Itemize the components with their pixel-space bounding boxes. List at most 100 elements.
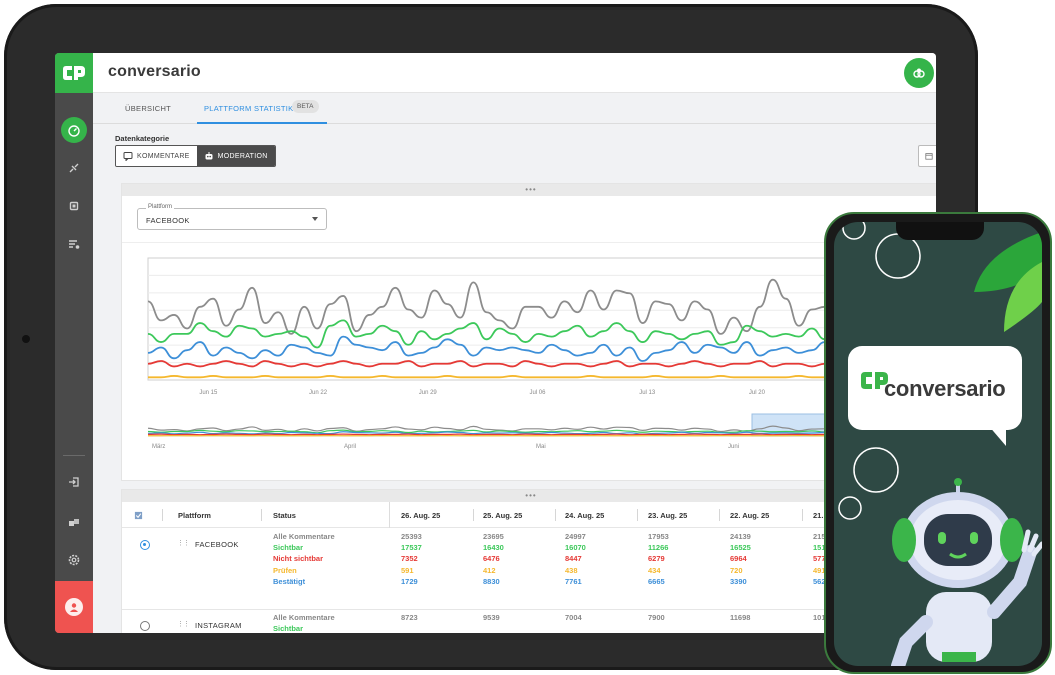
navigator-label: April <box>344 444 356 450</box>
gauge-icon <box>68 125 80 137</box>
chart-card-drag-handle[interactable]: ••• <box>122 184 936 196</box>
cell-value: 16070 <box>565 543 586 553</box>
column-separator <box>473 509 474 521</box>
sidebar <box>55 53 93 633</box>
moderation-toggle-button[interactable]: MODERATION <box>196 146 275 166</box>
robot-icon <box>205 152 213 160</box>
cell-value: 7761 <box>565 576 582 586</box>
bubble-decor <box>842 222 866 240</box>
series-line-0 <box>147 278 917 335</box>
select-all-icon[interactable] <box>134 511 143 520</box>
rules-nav-button[interactable] <box>61 231 87 257</box>
navigator-label: Juni <box>728 444 739 450</box>
value-column: 24139 16525 6964 720 3390 <box>730 531 751 587</box>
status-label: Alle Kommentare <box>273 532 335 541</box>
phone-decor <box>838 222 1042 666</box>
cell-value: 1729 <box>401 576 418 586</box>
status-list: Alle Kommentare Sichtbar Nicht sichtbar … <box>273 531 335 587</box>
column-separator <box>261 509 262 521</box>
table-row[interactable]: ⋮⋮ INSTAGRAM Alle Kommentare Sichtbar 87… <box>122 611 936 633</box>
beta-badge: BETA <box>292 100 319 113</box>
table-header: Plattform Status 26. Aug. 25 25. Aug. 25… <box>122 502 936 528</box>
integrations-nav-button[interactable] <box>61 155 87 181</box>
cell-value: 16525 <box>730 543 751 553</box>
data-category-toggle: KOMMENTARE MODERATION <box>115 145 276 167</box>
settings-nav-button[interactable] <box>61 547 87 573</box>
moderation-toggle-label: MODERATION <box>217 152 268 160</box>
navigator-series-3 <box>147 433 916 436</box>
comments-toggle-button[interactable]: KOMMENTARE <box>116 146 197 166</box>
cell-value: 17953 <box>648 532 669 541</box>
cell-value: 8723 <box>401 613 418 622</box>
column-separator <box>719 509 720 521</box>
table-card-drag-handle[interactable]: ••• <box>122 490 936 502</box>
row-radio[interactable] <box>140 621 150 631</box>
cell-value: 434 <box>648 565 661 575</box>
date-column-header: 22. Aug. 25 <box>730 511 770 520</box>
date-column-header: 23. Aug. 25 <box>648 511 688 520</box>
card-divider <box>122 242 936 243</box>
platform-select[interactable]: Plattform FACEBOOK <box>137 204 327 230</box>
column-separator <box>637 509 638 521</box>
platform-select-value: FACEBOOK <box>146 216 190 225</box>
cell-value: 24997 <box>565 532 586 541</box>
data-category-label: Datenkategorie <box>115 134 170 143</box>
row-radio[interactable] <box>140 540 150 550</box>
cell-value: 7004 <box>565 613 582 622</box>
table-row[interactable]: ⋮⋮ FACEBOOK Alle Kommentare Sichtbar Nic… <box>122 530 936 610</box>
x-tick-label: Jun 22 <box>309 390 328 396</box>
dashboard-nav-button[interactable] <box>61 117 87 143</box>
cell-value: 24139 <box>730 532 751 541</box>
cell-value: 11698 <box>730 613 751 622</box>
workspace-switcher-button[interactable] <box>904 58 934 88</box>
series-line-2 <box>147 335 917 362</box>
tab-platform-statistics[interactable]: PLATTFORM STATISTIK <box>204 104 293 113</box>
date-range-button[interactable] <box>918 145 936 167</box>
user-avatar-button[interactable] <box>55 581 93 633</box>
org-nav-button[interactable] <box>61 509 87 535</box>
logo-icon <box>63 66 85 80</box>
cell-value: 720 <box>730 565 743 575</box>
drag-handle-icon[interactable]: ⋮⋮ <box>177 620 190 628</box>
phone-brand-name: conversario <box>884 376 1006 401</box>
cell-value: 6476 <box>483 554 500 564</box>
cell-value: 6279 <box>648 554 665 564</box>
robot-mascot-icon <box>891 478 1042 666</box>
bubble-decor <box>838 496 862 520</box>
value-column: 17953 11266 6279 434 6665 <box>648 531 669 587</box>
navigator-label: Mai <box>536 444 546 450</box>
platform-column-header: Plattform <box>178 511 211 520</box>
x-tick-label: Jun 29 <box>419 390 438 396</box>
list-settings-icon <box>69 240 80 249</box>
x-tick-label: Jul 06 <box>529 390 546 396</box>
moderation-line-chart: Jun 15Jun 22Jun 29Jul 06Jul 13Jul 20Jul … <box>147 257 917 450</box>
marketing-composition: conversario ÜBERSICHT PLATTFORM STATISTI… <box>0 0 1055 675</box>
bubble-decor <box>875 233 921 279</box>
chart-card: ••• Plattform FACEBOOK Jun 15 Jun 22 Jun 2… <box>121 183 936 481</box>
app-logo[interactable] <box>55 53 93 93</box>
ai-nav-button[interactable] <box>61 193 87 219</box>
tablet-screen: conversario ÜBERSICHT PLATTFORM STATISTI… <box>55 53 936 633</box>
series-line-3 <box>147 360 917 368</box>
drag-handle-icon[interactable]: ⋮⋮ <box>177 539 190 547</box>
platform-select-legend: Plattform <box>146 204 175 210</box>
cell-value: 25393 <box>401 532 422 541</box>
brand-name: conversario <box>108 63 201 80</box>
cubes-icon <box>69 519 79 526</box>
navigator-label: März <box>152 444 165 450</box>
tab-overview[interactable]: ÜBERSICHT <box>125 104 171 113</box>
comment-icon <box>123 152 133 161</box>
sidebar-divider <box>63 455 85 456</box>
plug-icon <box>69 163 79 173</box>
login-nav-button[interactable] <box>61 469 87 495</box>
top-header: conversario <box>93 53 936 93</box>
value-column: 11698 <box>730 612 750 623</box>
user-icon <box>70 603 78 612</box>
date-column-header: 25. Aug. 25 <box>483 511 523 520</box>
value-column: 8723 <box>401 612 418 623</box>
platform-name: INSTAGRAM <box>195 621 242 630</box>
table-card: ••• Plattform Status 26. Aug. 25 25. Aug… <box>121 489 936 633</box>
status-column-header: Status <box>273 511 296 520</box>
column-separator <box>389 502 390 528</box>
status-label: Sichtbar <box>273 624 304 633</box>
